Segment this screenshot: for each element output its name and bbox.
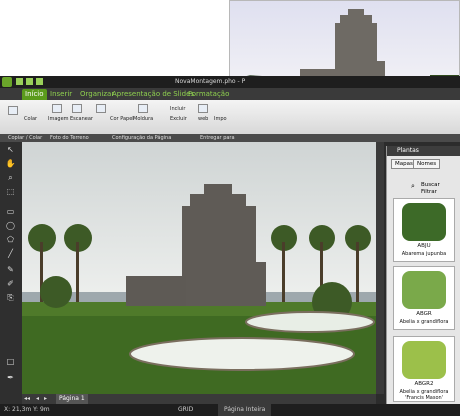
tools-toolbar: ↖ ✋ ⌕ ⬚ ▭ ◯ ⬠ ╱ ✎ ✐ ⎘ □ ✒	[0, 142, 22, 404]
paper-color-button[interactable]: Cor Papel	[110, 116, 134, 122]
pointer-icon[interactable]: ↖	[5, 144, 16, 155]
plant-code: ABJU	[417, 243, 431, 249]
plants-panel-header: Plantas	[387, 146, 460, 156]
list-item[interactable]: ABGR2 Abelia x grandiflora 'Francis Maso…	[393, 336, 455, 402]
page-bar: ◂◂ ◂ ▸ Página 1	[22, 394, 376, 404]
list-item[interactable]: ABJU Abarema jupunba	[393, 198, 455, 262]
tab-names[interactable]: Nomes	[413, 159, 441, 169]
filter-button[interactable]: Filtrar	[421, 189, 437, 195]
pen-icon[interactable]: ✒	[5, 372, 16, 383]
prev-page-icon[interactable]: ◂	[36, 394, 39, 404]
select-shape-icon[interactable]: □	[5, 356, 16, 367]
image-button[interactable]: Imagem	[48, 116, 69, 122]
search-button[interactable]: Buscar	[421, 182, 440, 188]
status-coords: X: 21,3m Y: 9m	[4, 406, 50, 413]
group-deliver: Entregar para	[200, 135, 235, 141]
paste-button[interactable]: Colar	[24, 116, 37, 122]
canvas-scrollbar[interactable]	[376, 142, 384, 394]
plants-panel: Plantas Mapas Nomes ⌕ Buscar Filtrar ABJ…	[386, 146, 460, 404]
page-tab[interactable]: Página 1	[56, 394, 88, 404]
status-grid[interactable]: GRID	[178, 404, 193, 416]
scan-icon[interactable]	[72, 104, 82, 113]
stamp-icon[interactable]: ⎘	[5, 292, 16, 303]
web-button[interactable]: web	[198, 116, 208, 122]
title-bar: NovaMontagem.pho - P	[0, 76, 460, 88]
tab-inserir[interactable]: Inserir	[50, 89, 72, 100]
ribbon: Colar Imagem Escanear Cor Papel Moldura …	[0, 100, 460, 134]
tab-inicio[interactable]: Início	[22, 89, 47, 100]
plant-thumbnail	[402, 271, 446, 309]
web-icon[interactable]	[198, 104, 208, 113]
ellipse-icon[interactable]: ◯	[5, 220, 16, 231]
rectangle-icon[interactable]: ▭	[5, 206, 16, 217]
hand-icon[interactable]: ✋	[5, 158, 16, 169]
plant-thumbnail	[402, 341, 446, 379]
list-item[interactable]: ABGR Abelia x grandiflora	[393, 266, 455, 330]
next-page-icon[interactable]: ▸	[44, 394, 47, 404]
design-canvas[interactable]	[22, 142, 376, 394]
group-copy-paste: Copiar / Colar	[8, 135, 43, 141]
search-icon[interactable]: ⌕	[411, 182, 415, 191]
redo-icon[interactable]	[36, 78, 43, 85]
image-icon[interactable]	[52, 104, 62, 113]
first-page-icon[interactable]: ◂◂	[24, 394, 30, 404]
tab-organizar[interactable]: Organizar	[80, 89, 114, 100]
include-button[interactable]: Incluir	[170, 106, 185, 112]
app-logo-icon[interactable]	[2, 77, 12, 87]
plants-panel-title: Plantas	[397, 147, 419, 154]
zoom-icon[interactable]: ⌕	[5, 172, 16, 183]
plant-code: ABGR	[416, 311, 432, 317]
dropper-icon[interactable]: ✎	[5, 264, 16, 275]
frame-icon[interactable]	[138, 104, 148, 113]
undo-icon[interactable]	[26, 78, 33, 85]
group-site-photo: Foto do Terreno	[50, 135, 89, 141]
line-icon[interactable]: ╱	[5, 248, 16, 259]
tab-apresentacao[interactable]: Apresentação de Slides	[112, 89, 194, 100]
plant-name: Abelia x grandiflora	[399, 319, 449, 325]
tab-formatacao[interactable]: Formatação	[188, 89, 229, 100]
zoom-select[interactable]: Página Inteira	[218, 404, 272, 416]
paste-icon[interactable]	[8, 106, 18, 115]
plant-code: ABGR2	[414, 381, 434, 387]
brush-icon[interactable]: ✐	[5, 278, 16, 289]
group-page-setup: Configuração da Página	[112, 135, 172, 141]
import-button[interactable]: Impo	[214, 116, 227, 122]
paper-color-icon[interactable]	[96, 104, 106, 113]
polygon-icon[interactable]: ⬠	[5, 234, 16, 245]
window-title: NovaMontagem.pho - P	[175, 78, 246, 85]
save-icon[interactable]	[16, 78, 23, 85]
plant-name: Abelia x grandiflora 'Francis Mason'	[399, 389, 449, 401]
ribbon-tabs: Início Inserir Organizar Apresentação de…	[0, 88, 460, 100]
plant-name: Abarema jupunba	[401, 251, 447, 257]
frame-button[interactable]: Moldura	[133, 116, 153, 122]
crop-icon[interactable]: ⬚	[5, 186, 16, 197]
scan-button[interactable]: Escanear	[70, 116, 93, 122]
status-bar: X: 21,3m Y: 9m GRID Página Inteira	[0, 404, 460, 416]
plant-thumbnail	[402, 203, 446, 241]
exclude-button[interactable]: Excluir	[170, 116, 187, 122]
ribbon-group-labels: Copiar / Colar Foto do Terreno Configura…	[0, 134, 460, 142]
